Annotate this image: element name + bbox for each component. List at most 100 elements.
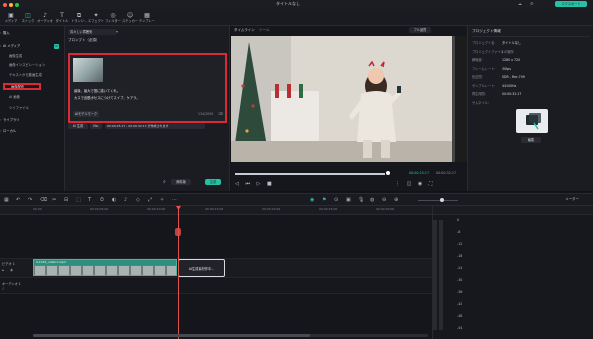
voiceover-icon[interactable]: ◍	[370, 197, 374, 203]
speed-icon[interactable]: ⏱	[100, 197, 104, 203]
more-icon[interactable]: ⋯	[172, 197, 177, 203]
tab-timeline[interactable]: タイムライン	[234, 28, 255, 33]
property-row: サンプルレート: 44100Hz	[472, 83, 590, 90]
ribbon-tool-3[interactable]: T タイトル	[54, 12, 70, 25]
chevron-icon[interactable]: ›	[0, 43, 1, 50]
split-icon[interactable]: ⊟	[64, 197, 68, 203]
zoom-slider[interactable]	[418, 200, 458, 201]
play-icon[interactable]: ▷	[257, 181, 261, 187]
property-key: 再生時間:	[472, 92, 486, 96]
volume-icon[interactable]: ◉	[418, 181, 422, 187]
zoom-handle[interactable]	[440, 198, 444, 202]
chevron-down-icon[interactable]: ▾	[116, 29, 118, 34]
redo-icon[interactable]: ↷	[28, 197, 32, 203]
tag-no[interactable]: No.	[90, 123, 102, 129]
playhead-marker[interactable]	[175, 228, 181, 236]
timeline-scrollbar[interactable]	[33, 334, 428, 337]
render-icon[interactable]: ▣	[346, 197, 351, 203]
style-select[interactable]: 清々しい雰囲気	[68, 29, 116, 35]
thumbnail-preview[interactable]	[516, 109, 548, 133]
prompt-box[interactable]: 最後、最大で選に描いてくれ。 カスで出題ポセスにつけてスイブ，ケアラ。 AIモデ…	[68, 53, 227, 123]
text-icon[interactable]: T	[88, 197, 91, 203]
sidebar-item-9[interactable]: ローカル	[3, 128, 61, 135]
delete-icon[interactable]: ⌫	[40, 197, 47, 203]
color-icon[interactable]: ◐	[112, 197, 116, 203]
ribbon-tool-label: ステッカー	[122, 19, 138, 23]
cloud-icon[interactable]: ☁	[518, 1, 522, 6]
scrubber-handle[interactable]	[386, 171, 390, 175]
ribbon-tool-6[interactable]: ◎ フィルター	[105, 12, 121, 25]
zoom-in-icon[interactable]: ⊕	[394, 197, 398, 203]
meter-menu[interactable]: メーター	[565, 197, 579, 202]
ai-icon[interactable]: ✧	[160, 197, 164, 203]
prev-frame-icon[interactable]: ◁	[235, 181, 239, 187]
chevron-icon[interactable]: ›	[0, 128, 1, 135]
keyframe-icon[interactable]: ◇	[136, 197, 140, 203]
minimize-window-button[interactable]	[9, 2, 13, 7]
playhead[interactable]	[178, 206, 179, 339]
close-window-button[interactable]	[3, 2, 7, 7]
undo-icon[interactable]: ↶	[16, 197, 20, 203]
audio-icon[interactable]: ♪	[124, 197, 127, 203]
snap-icon[interactable]: ◉	[310, 197, 314, 203]
char-count: 134/2000	[198, 112, 214, 116]
cut-icon[interactable]: ✂	[52, 197, 56, 203]
sidebar-item-4[interactable]: テキストから動画生成	[3, 72, 61, 79]
step-back-icon[interactable]: ⏮	[245, 181, 250, 187]
ruler-label: 00:00:20:00	[262, 207, 281, 211]
reference-thumbnail[interactable]	[73, 58, 103, 82]
property-value: 1280 x 720	[502, 58, 521, 62]
tag-ai[interactable]: AI 生成	[68, 123, 88, 129]
mic-icon[interactable]: 🎙︎	[358, 197, 364, 203]
ribbon-tool-label: トランジ...	[71, 19, 87, 23]
detail-button[interactable]: AIモデルマーク	[73, 111, 99, 117]
property-key: 色空間:	[472, 75, 483, 79]
ribbon-tool-1[interactable]: ◫ ストック	[20, 12, 36, 25]
generate-button[interactable]: 生成	[205, 179, 221, 185]
sidebar-item-8[interactable]: ライブラリ	[3, 117, 61, 124]
ribbon-tool-4[interactable]: ⧉ トランジ...	[71, 12, 87, 25]
settings-icon[interactable]: ⚙	[530, 1, 534, 6]
crop-icon[interactable]: ⬚	[76, 197, 81, 203]
maximize-window-button[interactable]	[15, 2, 19, 7]
quality-select[interactable]: フル品質	[409, 27, 431, 33]
sidebar-item-5[interactable]: 画像配布	[3, 83, 41, 90]
sidebar-item-6[interactable]: AI 画像	[3, 94, 61, 101]
sidebar-item-0[interactable]: 購入	[3, 30, 61, 37]
ribbon-tool-8[interactable]: ▦テンプレート	[139, 12, 155, 25]
tab-tools[interactable]: ツール	[259, 28, 270, 33]
split-view-icon[interactable]: ⋮	[395, 181, 400, 187]
ribbon-tool-2[interactable]: ♪ オーディオ	[37, 12, 53, 25]
video-clip[interactable]: 4.1181_video1.mp4	[33, 259, 177, 276]
chevron-icon[interactable]: ›	[0, 117, 1, 124]
eye-icon[interactable]: ◉	[10, 268, 13, 272]
ribbon-tool-0[interactable]: ▣ メディア	[3, 12, 19, 25]
zoom-out-icon[interactable]: ⊖	[382, 197, 386, 203]
mute-icon[interactable]: ♪	[2, 287, 4, 291]
snapshot-icon[interactable]: ◫	[407, 181, 412, 187]
sidebar-item-7[interactable]: ツイファイル	[3, 105, 61, 112]
sidebar-item-1[interactable]: AI メディア	[3, 43, 61, 50]
edit-thumbnail-button[interactable]: 編集	[521, 137, 541, 143]
audio-track-row	[0, 279, 432, 294]
stop-icon[interactable]: ■	[267, 181, 272, 187]
grid-icon[interactable]: ▦	[4, 197, 9, 203]
sidebar-item-2[interactable]: 画像生成	[3, 53, 61, 60]
marker-icon[interactable]: ⚑	[322, 197, 326, 203]
export-button[interactable]: エクスポート	[555, 1, 587, 7]
magnet-icon[interactable]: ⊙	[334, 197, 338, 203]
transform-icon[interactable]: ⤢	[148, 197, 152, 203]
ribbon-tool-5[interactable]: ✦ エフェクト	[88, 12, 104, 25]
credit-toggle[interactable]: 無料版	[171, 179, 191, 185]
credit-icon: ⌕	[163, 179, 166, 185]
lock-icon[interactable]: 🔒︎	[2, 268, 4, 272]
preview-scrubber[interactable]	[235, 173, 385, 175]
ribbon-tool-7[interactable]: ☺ ステッカー	[122, 12, 138, 25]
fullscreen-icon[interactable]: ⛶	[429, 181, 433, 187]
ai-generating-clip[interactable]: AI生成素材作中...	[178, 259, 225, 277]
clear-icon[interactable]: ⌫	[218, 112, 223, 116]
timeline-panel: ビデオ 1 🔒︎ ◉ オーディオ 1 ♪ 4.1181_video1.mp4 A…	[0, 206, 432, 339]
sidebar-item-3[interactable]: 画像インスピレーション	[3, 62, 61, 69]
prompt-text-1: 最後、最大で選に描いてくれ。	[74, 89, 120, 93]
chevron-icon[interactable]: ›	[0, 30, 1, 37]
